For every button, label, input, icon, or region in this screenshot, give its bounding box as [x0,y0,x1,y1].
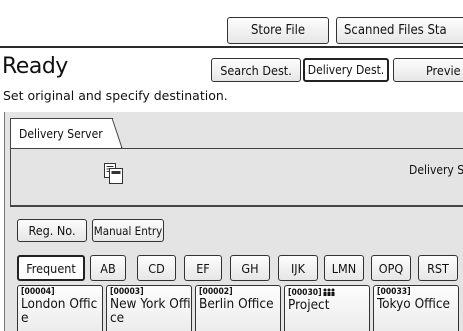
tab-gh[interactable]: GH [230,255,270,281]
delivery-server-label: Delivery S [409,163,463,177]
tab-ef[interactable]: EF [184,255,222,281]
tab-ijk[interactable]: IJK [278,255,318,281]
entry-name: New York Office [110,296,191,326]
reg-no-button[interactable]: Reg. No. [17,219,87,242]
tab-rst[interactable]: RST [418,255,458,281]
document-icon [104,163,123,184]
panel-divider [10,206,463,207]
delivery-server-box [10,148,463,206]
destination-entry-project[interactable]: [00030] Project [284,285,370,331]
scanned-files-status-button[interactable]: Scanned Files Sta [336,17,463,44]
preview-button[interactable]: Previe [393,58,463,82]
group-icon [323,288,335,296]
tab-edge [112,118,123,148]
tab-ab[interactable]: AB [90,255,126,281]
tab-cd[interactable]: CD [137,255,176,281]
destination-entry-berlin[interactable]: [00002] Berlin Office [195,285,281,331]
status-title: Ready [2,54,68,79]
store-file-button[interactable]: Store File [227,17,329,44]
tab-opq[interactable]: OPQ [371,255,411,281]
destination-entry-london[interactable]: [00004] London Office [17,285,103,331]
tab-lmn[interactable]: LMN [324,255,364,281]
tab-frequent[interactable]: Frequent [17,255,85,281]
search-dest-button[interactable]: Search Dest. [211,58,301,82]
entry-name: Project [288,297,330,313]
manual-entry-button[interactable]: Manual Entry [92,219,164,242]
entry-name: Tokyo Office [377,296,451,312]
destination-entry-tokyo[interactable]: [00033] Tokyo Office [373,285,459,331]
status-instruction: Set original and specify destination. [3,88,228,103]
entry-name: Berlin Office [199,296,274,312]
tab-delivery-server[interactable]: Delivery Server [10,118,122,148]
destination-entry-new-york[interactable]: [00003] New York Office [106,285,192,331]
entry-name: London Office [21,296,98,326]
delivery-dest-button[interactable]: Delivery Dest. [303,58,389,82]
